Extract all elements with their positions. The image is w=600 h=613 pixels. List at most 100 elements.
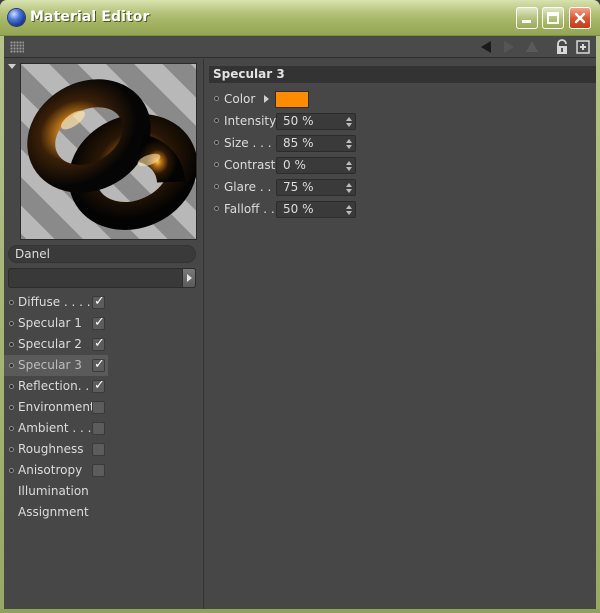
- channel-checkbox[interactable]: ✓: [92, 336, 105, 351]
- channel-specular-1[interactable]: Specular 1 ✓: [4, 313, 114, 334]
- channel-label: Specular 2: [18, 337, 82, 351]
- param-label: Size . . .: [224, 136, 272, 150]
- spinner-arrows-icon[interactable]: [346, 139, 352, 149]
- spinner-arrows-icon[interactable]: [346, 161, 352, 171]
- field-value: 75 %: [283, 180, 314, 194]
- glare-field[interactable]: 75 %: [276, 179, 356, 196]
- preview-menu-arrow-icon[interactable]: [8, 64, 16, 69]
- prop-row-size: Size . . . 85 %: [205, 133, 596, 153]
- param-dot-icon[interactable]: [214, 96, 219, 101]
- preview-slider[interactable]: [8, 268, 196, 288]
- minimize-icon: [522, 20, 531, 23]
- channel-checkbox[interactable]: [92, 443, 105, 456]
- channel-specular-3[interactable]: Specular 3 ✓: [4, 355, 108, 376]
- material-name-field[interactable]: Danel: [8, 245, 196, 263]
- checkmark-icon: ✓: [94, 336, 105, 351]
- intensity-field[interactable]: 50 %: [276, 113, 356, 130]
- channel-label: Specular 3: [18, 358, 82, 372]
- param-dot-icon[interactable]: [214, 118, 219, 123]
- channel-label: Assignment: [18, 505, 89, 519]
- channel-checkbox[interactable]: [92, 464, 105, 477]
- channel-specular-2[interactable]: Specular 2 ✓: [4, 334, 114, 355]
- prop-row-glare: Glare . . 75 %: [205, 177, 596, 197]
- channel-ambient[interactable]: Ambient . . .: [4, 418, 114, 439]
- channel-dot-icon: [9, 321, 14, 326]
- close-icon: [574, 12, 586, 24]
- channel-list-pane: Danel Diffuse . . . . ✓ Specular 1 ✓ Spe…: [4, 59, 204, 609]
- channel-label: Diffuse . . . .: [18, 295, 91, 309]
- minimize-button[interactable]: [516, 7, 538, 29]
- lock-icon[interactable]: [554, 39, 570, 55]
- window-title: Material Editor: [30, 9, 150, 25]
- back-arrow-icon[interactable]: [478, 39, 494, 55]
- channel-label: Anisotropy: [18, 463, 83, 477]
- param-dot-icon[interactable]: [214, 162, 219, 167]
- channel-checkbox[interactable]: ✓: [92, 357, 105, 372]
- forward-arrow-icon[interactable]: [501, 39, 517, 55]
- param-label: Falloff . .: [224, 202, 275, 216]
- checkmark-icon: ✓: [94, 294, 105, 309]
- channel-roughness[interactable]: Roughness: [4, 439, 114, 460]
- grip-icon[interactable]: [10, 41, 24, 53]
- channel-label: Roughness: [18, 442, 84, 456]
- channel-properties-pane: Specular 3 Color Intensity 50 % Size . .…: [205, 59, 596, 609]
- channel-checkbox[interactable]: [92, 422, 105, 435]
- channel-dot-icon: [9, 468, 14, 473]
- channel-label: Ambient . . .: [18, 421, 92, 435]
- spinner-arrows-icon[interactable]: [346, 117, 352, 127]
- channel-label: Specular 1: [18, 316, 82, 330]
- new-window-icon[interactable]: [575, 39, 591, 55]
- channel-label: Illumination: [18, 484, 89, 498]
- section-title: Specular 3: [213, 67, 285, 81]
- field-value: 0 %: [283, 158, 306, 172]
- field-value: 85 %: [283, 136, 314, 150]
- channel-label: Environment: [18, 400, 95, 414]
- channel-checkbox[interactable]: [92, 401, 105, 414]
- channel-checkbox[interactable]: ✓: [92, 294, 105, 309]
- spinner-arrows-icon[interactable]: [346, 183, 352, 193]
- field-value: 50 %: [283, 114, 314, 128]
- up-arrow-icon[interactable]: [524, 39, 540, 55]
- channel-anisotropy[interactable]: Anisotropy: [4, 460, 114, 481]
- title-bar[interactable]: Material Editor: [0, 0, 600, 36]
- channel-diffuse[interactable]: Diffuse . . . . ✓: [4, 292, 114, 313]
- expand-arrow-icon[interactable]: [264, 95, 269, 103]
- spinner-arrows-icon[interactable]: [346, 205, 352, 215]
- channel-reflection[interactable]: Reflection. . ✓: [4, 376, 114, 397]
- section-header: Specular 3: [209, 66, 596, 83]
- channel-dot-icon: [9, 363, 14, 368]
- channel-dot-icon: [9, 426, 14, 431]
- slider-arrow-button[interactable]: [182, 268, 196, 288]
- size-field[interactable]: 85 %: [276, 135, 356, 152]
- channel-dot-icon: [9, 342, 14, 347]
- param-dot-icon[interactable]: [214, 140, 219, 145]
- prop-row-color: Color: [205, 89, 596, 109]
- falloff-field[interactable]: 50 %: [276, 201, 356, 218]
- material-preview[interactable]: [20, 63, 197, 240]
- channel-checkbox[interactable]: ✓: [92, 378, 105, 393]
- close-button[interactable]: [569, 7, 591, 29]
- window-bottom-border: [0, 609, 600, 613]
- channel-assignment[interactable]: Assignment: [4, 502, 114, 523]
- param-label: Glare . .: [224, 180, 272, 194]
- prop-row-intensity: Intensity 50 %: [205, 111, 596, 131]
- channel-environment[interactable]: Environment: [4, 397, 114, 418]
- channel-dot-icon: [9, 384, 14, 389]
- preview-torus-image: [21, 64, 196, 239]
- checkmark-icon: ✓: [94, 315, 105, 330]
- prop-row-falloff: Falloff . . 50 %: [205, 199, 596, 219]
- channel-illumination[interactable]: Illumination: [4, 481, 114, 502]
- param-dot-icon[interactable]: [214, 184, 219, 189]
- channel-list: Diffuse . . . . ✓ Specular 1 ✓ Specular …: [4, 292, 204, 523]
- maximize-button[interactable]: [542, 7, 564, 29]
- color-swatch[interactable]: [275, 91, 309, 108]
- param-dot-icon[interactable]: [214, 206, 219, 211]
- cinema4d-orb-icon: [8, 9, 25, 26]
- param-label: Intensity: [224, 114, 277, 128]
- field-value: 50 %: [283, 202, 314, 216]
- editor-client-area: Danel Diffuse . . . . ✓ Specular 1 ✓ Spe…: [4, 36, 596, 609]
- contrast-field[interactable]: 0 %: [276, 157, 356, 174]
- channel-checkbox[interactable]: ✓: [92, 315, 105, 330]
- param-label: Contrast: [224, 158, 276, 172]
- toolbar: [4, 36, 596, 58]
